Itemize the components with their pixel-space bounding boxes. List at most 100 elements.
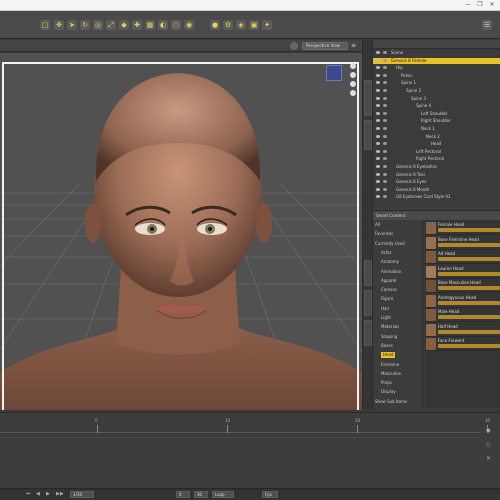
library-asset-item[interactable]: Lauren Head [425,265,500,279]
key-add-icon[interactable]: ◆ [486,427,496,435]
library-category-item[interactable]: Favorites [375,231,393,237]
orbit-icon[interactable] [350,63,356,69]
timeline-track[interactable] [0,437,480,487]
visibility-eye-icon[interactable] [376,66,380,70]
visibility-eye-icon[interactable] [376,149,380,153]
selectable-icon[interactable] [383,127,387,130]
library-category-item[interactable]: Figure [381,296,393,302]
timeline-ruler[interactable]: 0 10 20 30 [0,418,490,433]
end-field[interactable]: 30 [194,491,208,498]
tab-content-library[interactable] [364,290,372,316]
scene-tree-row[interactable]: Right Shoulder [373,118,500,124]
frame-field[interactable]: 1/30 [70,491,94,498]
visibility-eye-icon[interactable] [376,165,380,168]
scene-tree-row[interactable]: Right Pectoral [373,156,500,162]
visibility-eye-icon[interactable] [376,157,380,161]
library-asset-item[interactable]: Base Masculine Head [425,279,500,293]
selectable-icon[interactable] [383,134,387,138]
view-options-icon[interactable] [290,42,298,50]
selectable-icon[interactable] [383,119,387,123]
next-frame-icon[interactable]: ▶▶ [56,491,64,497]
visibility-eye-icon[interactable] [376,195,380,199]
visibility-eye-icon[interactable] [376,134,380,138]
visibility-eye-icon[interactable] [376,172,380,176]
selectable-icon[interactable] [383,66,387,70]
scene-tree-row[interactable]: Spine 4 [373,103,500,109]
selectable-icon[interactable] [383,157,387,161]
pan-icon[interactable] [350,72,356,78]
visibility-eye-icon[interactable] [376,104,380,108]
selectable-icon[interactable] [383,96,387,100]
selectable-icon[interactable] [383,195,387,199]
selectable-icon[interactable] [383,73,387,77]
play-icon[interactable]: ▶ [46,491,50,497]
library-category-item[interactable]: Bases [381,343,393,349]
visibility-eye-icon[interactable] [376,81,380,85]
selectable-icon[interactable] [383,172,387,176]
lighting-icon[interactable]: ✦ [262,20,272,30]
render-settings-icon[interactable]: ⚙ [223,20,233,30]
scene-tree-row[interactable]: Genesis 8 Eyes [373,179,500,185]
layout-menu-icon[interactable]: ☰ [482,20,492,30]
scene-tree-row[interactable]: Pelvis [373,73,500,79]
viewport-menu-icon[interactable]: ≡ [351,42,356,49]
scene-tree-row[interactable]: Spine 1 [373,80,500,86]
library-category-item[interactable]: Props [381,380,392,386]
visibility-eye-icon[interactable] [376,187,380,191]
selectable-icon[interactable] [383,89,387,92]
scene-tree-row[interactable]: Spine 3 [373,96,500,102]
start-field[interactable]: 0 [176,491,190,498]
selectable-icon[interactable] [383,104,387,108]
scene-tree-row[interactable]: Neck 1 [373,126,500,132]
visibility-eye-icon[interactable] [376,51,380,54]
visibility-eye-icon[interactable] [376,127,380,130]
scale-tool-icon[interactable]: ⤢ [106,20,116,30]
tab-smart-content[interactable] [364,260,372,286]
pointer-tool-icon[interactable]: ➤ [67,20,77,30]
scene-tree-row[interactable]: Neck 2 [373,134,500,140]
library-category-item[interactable]: Shaping [381,334,397,340]
library-category-item[interactable]: Apparel [381,278,396,284]
visibility-eye-icon[interactable] [376,142,380,146]
scene-tree-row[interactable]: Genesis 8 Mouth [373,187,500,193]
scene-tree-row[interactable]: Spine 2 [373,88,500,94]
geometry-tool-icon[interactable]: ◆ [119,20,129,30]
library-category-item[interactable]: All [375,222,380,228]
library-category-item[interactable]: Feminine [381,362,399,368]
minimize-button[interactable]: — [464,2,472,8]
prev-frame-icon[interactable]: ◀ [36,491,40,497]
library-category-item[interactable]: Head [381,352,396,359]
library-category-item[interactable]: Light [381,315,391,321]
joint-tool-icon[interactable]: ✚ [132,20,142,30]
scene-tree-row[interactable]: Genesis 8 Tear [373,172,500,178]
spot-render-icon[interactable]: ◉ [184,20,194,30]
library-asset-item[interactable]: Female Head [425,221,500,235]
rotate-tool-icon[interactable]: ↻ [80,20,90,30]
navigation-controls[interactable] [350,63,356,113]
scene-tree-row[interactable]: Left Pectoral [373,149,500,155]
visibility-eye-icon[interactable] [376,111,380,115]
library-asset-item[interactable]: Base Feminine Head [425,236,500,250]
iray-preview-icon[interactable]: ◈ [236,20,246,30]
scene-tree-row[interactable]: Hip [373,65,500,71]
scene-tree-row[interactable]: Genesis 8 Female [373,57,500,64]
library-category-item[interactable]: Currently Used [375,241,405,247]
library-category-item[interactable]: Animation [381,269,401,275]
library-asset-item[interactable]: Androgynous Head [425,294,500,308]
select-tool-icon[interactable]: ▢ [40,20,50,30]
selectable-icon[interactable] [383,51,387,54]
tab-surfaces[interactable] [364,320,372,346]
visibility-eye-icon[interactable] [376,119,380,123]
visibility-eye-icon[interactable] [376,73,380,77]
scene-tree-row[interactable]: Left Shoulder [373,111,500,117]
visibility-eye-icon[interactable] [376,96,380,100]
selectable-icon[interactable] [383,165,387,168]
first-frame-icon[interactable]: ⏮ [26,491,31,497]
tab-parameters[interactable] [364,120,372,150]
zoom-icon[interactable] [350,81,356,87]
visibility-eye-icon[interactable] [376,180,380,184]
selectable-icon[interactable] [383,180,387,184]
selectable-icon[interactable] [383,58,387,62]
weight-map-tool-icon[interactable]: ◐ [158,20,168,30]
loop-select[interactable]: Loop [212,491,234,498]
